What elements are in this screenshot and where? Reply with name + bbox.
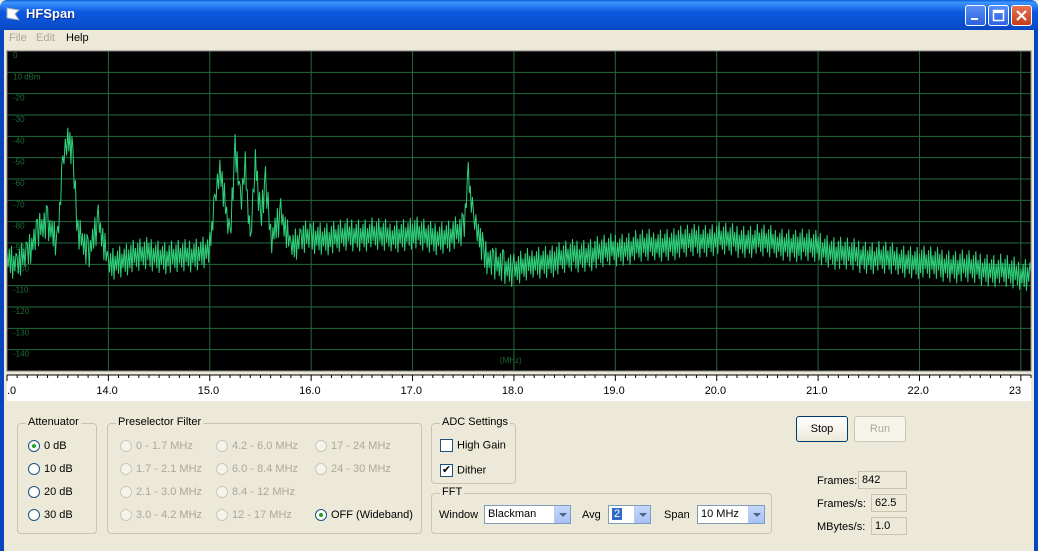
minimize-button[interactable]: [965, 5, 986, 26]
x-tick-label: .0: [7, 385, 16, 397]
preselector-17-24-radio[interactable]: 17 - 24 MHz: [315, 440, 391, 453]
window-select[interactable]: Blackman: [484, 505, 571, 524]
y-tick-label: -50: [13, 158, 25, 167]
stop-button[interactable]: Stop: [796, 416, 848, 442]
dither-checkbox[interactable]: ✔ Dither: [440, 464, 486, 477]
attenuator-20db-radio[interactable]: 20 dB: [28, 486, 73, 499]
radio-dot: [28, 463, 40, 476]
title-bar[interactable]: HFSpan: [0, 0, 1038, 30]
window-frame-right: [1034, 30, 1038, 551]
x-tick-label: 23: [1009, 385, 1021, 397]
checkmark-icon: ✔: [440, 464, 453, 477]
avg-label: Avg: [582, 509, 601, 521]
dropdown-arrow-icon[interactable]: [634, 506, 650, 523]
y-tick-label: 10 dBm: [13, 72, 41, 81]
x-tick-label: 18.0: [502, 385, 523, 397]
high-gain-checkbox[interactable]: High Gain: [440, 439, 506, 452]
fft-group: FFT Window Blackman Avg 2 Span 10 MHz: [431, 486, 772, 534]
preselector-label: Preselector Filter: [116, 416, 204, 428]
y-tick-label: -60: [13, 179, 25, 188]
y-tick-label: -30: [13, 115, 25, 124]
radio-dot: [28, 509, 40, 522]
frames-per-second-value: 62.5: [871, 494, 907, 512]
x-tick-label: 14.0: [96, 385, 117, 397]
plot-background: [7, 51, 1031, 371]
preselector-group: Preselector Filter 0 - 1.7 MHz 1.7 - 2.1…: [107, 416, 422, 534]
preselector-0-1.7-radio[interactable]: 0 - 1.7 MHz: [120, 440, 193, 453]
frames-label: Frames:: [817, 475, 858, 487]
preselector-6.0-8.4-radio[interactable]: 6.0 - 8.4 MHz: [216, 463, 298, 476]
maximize-button[interactable]: [988, 5, 1009, 26]
mbytes-per-second-label: MBytes/s:: [817, 521, 866, 533]
x-axis-label: (MHz): [500, 356, 522, 365]
x-tick-label: 22.0: [907, 385, 928, 397]
preselector-2.1-3.0-radio[interactable]: 2.1 - 3.0 MHz: [120, 486, 202, 499]
attenuator-10db-radio[interactable]: 10 dB: [28, 463, 73, 476]
preselector-1.7-2.1-radio[interactable]: 1.7 - 2.1 MHz: [120, 463, 202, 476]
menu-help[interactable]: Help: [66, 32, 89, 44]
radio-dot: [28, 440, 40, 453]
mbytes-per-second-value: 1.0: [871, 517, 907, 535]
attenuator-group: Attenuator 0 dB 10 dB 20 dB 30 dB: [17, 416, 97, 534]
y-tick-label: 0: [13, 51, 18, 60]
spectrum-chart: 010 dBm-20-30-40-50-60-70-80-90-100-110-…: [4, 49, 1034, 403]
minimize-icon: [971, 18, 978, 20]
preselector-12-17-radio[interactable]: 12 - 17 MHz: [216, 509, 292, 522]
x-tick-label: 17.0: [401, 385, 422, 397]
y-tick-label: -70: [13, 200, 25, 209]
menu-file[interactable]: File: [9, 32, 27, 44]
close-icon: [1016, 10, 1027, 21]
preselector-8.4-12-radio[interactable]: 8.4 - 12 MHz: [216, 486, 295, 499]
fft-label: FFT: [440, 486, 465, 498]
checkbox-box: [440, 439, 453, 452]
preselector-24-30-radio[interactable]: 24 - 30 MHz: [315, 463, 391, 476]
close-button[interactable]: [1011, 5, 1032, 26]
attenuator-0db-radio[interactable]: 0 dB: [28, 440, 67, 453]
y-tick-label: -80: [13, 222, 25, 231]
y-tick-label: -40: [13, 136, 25, 145]
dropdown-arrow-icon[interactable]: [554, 506, 570, 523]
span-select[interactable]: 10 MHz: [697, 505, 765, 524]
frames-per-second-label: Frames/s:: [817, 498, 866, 510]
maximize-icon: [992, 9, 1005, 22]
window-title: HFSpan: [26, 6, 76, 21]
attenuator-30db-radio[interactable]: 30 dB: [28, 509, 73, 522]
attenuator-label: Attenuator: [26, 416, 81, 428]
x-tick-label: 21.0: [806, 385, 827, 397]
x-tick-label: 20.0: [705, 385, 726, 397]
x-tick-label: 15.0: [198, 385, 219, 397]
radio-dot: [28, 486, 40, 499]
y-tick-label: -110: [13, 286, 29, 295]
avg-select[interactable]: 2: [608, 505, 651, 524]
x-tick-label: 16.0: [299, 385, 320, 397]
frames-value: 842: [858, 471, 907, 489]
spectrum-plot: 0 10 dBm -20 -30 -40 -50 -60 -70 -80 -90 -100 -110-…: [4, 49, 1034, 403]
preselector-3.0-4.2-radio[interactable]: 3.0 - 4.2 MHz: [120, 509, 202, 522]
y-tick-label: -130: [13, 328, 30, 337]
y-tick-label: -140: [13, 350, 30, 359]
span-label: Span: [664, 509, 690, 521]
dropdown-arrow-icon[interactable]: [748, 506, 764, 523]
menu-bar: File Edit Help: [4, 30, 1034, 48]
app-icon: [6, 7, 20, 21]
x-tick-label: 19.0: [603, 385, 624, 397]
preselector-4.2-6.0-radio[interactable]: 4.2 - 6.0 MHz: [216, 440, 298, 453]
y-tick-label: -120: [13, 307, 30, 316]
y-tick-label: -20: [13, 94, 25, 103]
preselector-wideband-radio[interactable]: OFF (Wideband): [315, 509, 413, 522]
window-label: Window: [439, 509, 479, 521]
menu-edit[interactable]: Edit: [36, 32, 55, 44]
run-button[interactable]: Run: [854, 416, 906, 442]
adc-settings-group: ADC Settings High Gain ✔ Dither: [431, 416, 516, 484]
adc-settings-label: ADC Settings: [440, 416, 511, 428]
